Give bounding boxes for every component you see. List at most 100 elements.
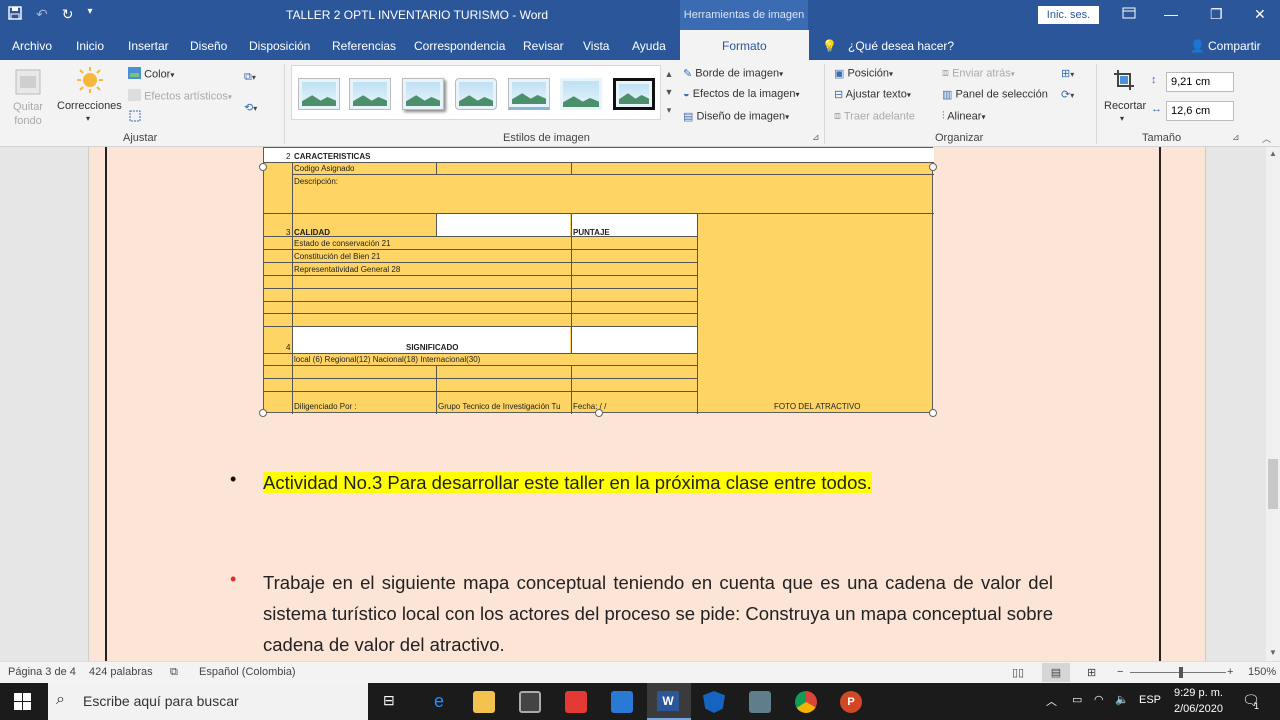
picture-effects-button[interactable]: ◒ Efectos de la imagen▾ xyxy=(683,88,799,100)
scroll-down-icon[interactable]: ▼ xyxy=(1269,648,1277,657)
tab-insertar[interactable]: Insertar xyxy=(128,39,169,53)
compress-pictures-icon[interactable]: ⧉▾ xyxy=(244,71,256,84)
corrections-button[interactable]: Correcciones xyxy=(57,100,122,112)
paragraph[interactable]: Trabaje en el siguiente mapa conceptual … xyxy=(263,567,1053,660)
resize-handle[interactable] xyxy=(929,409,937,417)
language-status[interactable]: Español (Colombia) xyxy=(199,666,296,678)
web-layout-icon[interactable]: ⊞ xyxy=(1087,666,1096,679)
style-thumb[interactable] xyxy=(349,78,391,110)
tab-formato[interactable]: Formato xyxy=(680,30,809,60)
word-taskbar-button[interactable]: W xyxy=(647,683,691,720)
paragraph[interactable]: Actividad No.3 Para desarrollar este tal… xyxy=(263,467,1053,498)
share-button[interactable]: Compartir xyxy=(1208,39,1261,53)
align-button[interactable]: ⫶ Alinear▾ xyxy=(942,110,985,123)
zoom-in-button[interactable]: + xyxy=(1227,666,1233,678)
edge-icon[interactable]: e xyxy=(428,691,450,713)
sign-in-button[interactable]: Inic. ses. xyxy=(1038,6,1099,24)
page-count[interactable]: Página 3 de 4 xyxy=(8,666,76,678)
clock-date[interactable]: 2/06/2020 xyxy=(1174,703,1223,715)
style-thumb[interactable] xyxy=(508,78,550,110)
scroll-up-icon[interactable]: ▲ xyxy=(1269,149,1277,158)
windows-start-icon[interactable] xyxy=(14,693,31,713)
transparency-icon[interactable] xyxy=(128,109,142,126)
tab-revisar[interactable]: Revisar xyxy=(523,39,564,53)
picture-border-button[interactable]: ✎ Borde de imagen▾ xyxy=(683,67,783,80)
tell-me-search[interactable]: ¿Qué desea hacer? xyxy=(848,39,954,53)
resize-handle[interactable] xyxy=(259,163,267,171)
style-thumb[interactable] xyxy=(402,78,444,110)
task-view-icon[interactable]: ⊟ xyxy=(383,692,395,709)
zoom-slider-track[interactable] xyxy=(1130,672,1226,673)
input-language[interactable]: ESP xyxy=(1139,694,1161,706)
minimize-button[interactable]: — xyxy=(1164,6,1178,22)
print-layout-icon[interactable]: ▤ xyxy=(1042,663,1070,682)
gift-app-icon[interactable] xyxy=(565,691,587,713)
chevron-down-icon[interactable]: ▼ xyxy=(661,83,677,101)
taskbar-search[interactable]: ⌕ Escribe aquí para buscar xyxy=(48,683,368,720)
bring-forward-button[interactable]: ⧈ Traer adelante xyxy=(834,110,915,123)
scroll-thumb[interactable] xyxy=(1268,459,1278,509)
color-button[interactable]: Color▾ xyxy=(128,67,174,82)
word-count[interactable]: 424 palabras xyxy=(89,666,153,678)
tab-diseno[interactable]: Diseño xyxy=(190,39,227,53)
file-explorer-icon[interactable] xyxy=(473,691,495,713)
picture-layout-button[interactable]: ▤ Diseño de imagen▾ xyxy=(683,110,789,123)
wifi-icon[interactable]: ◠ xyxy=(1094,693,1104,706)
mail-icon[interactable] xyxy=(611,691,633,713)
tab-referencias[interactable]: Referencias xyxy=(332,39,396,53)
proofing-icon[interactable]: ⧉ xyxy=(170,666,178,679)
resize-handle[interactable] xyxy=(929,163,937,171)
style-thumb[interactable] xyxy=(560,78,602,110)
tab-archivo[interactable]: Archivo xyxy=(12,39,52,53)
customize-qat-icon[interactable]: ▾ xyxy=(87,6,92,23)
ribbon-display-icon[interactable] xyxy=(1122,6,1136,22)
volume-icon[interactable]: 🔈 xyxy=(1115,693,1129,706)
rotate-icon[interactable]: ⟳▾ xyxy=(1061,88,1074,101)
chrome-icon[interactable] xyxy=(795,691,817,713)
tab-correspondencia[interactable]: Correspondencia xyxy=(414,39,505,53)
shield-icon[interactable] xyxy=(703,691,725,713)
media-app-icon[interactable] xyxy=(749,691,771,713)
style-thumb[interactable] xyxy=(613,78,655,110)
tab-disposicion[interactable]: Disposición xyxy=(249,39,310,53)
chevron-up-icon[interactable]: ▲ xyxy=(661,65,677,83)
redo-icon[interactable]: ↻ xyxy=(62,6,74,23)
close-button[interactable]: ✕ xyxy=(1254,6,1266,23)
gallery-scroll[interactable]: ▲ ▼ ▾ xyxy=(661,65,677,120)
collapse-ribbon-icon[interactable]: ︿ xyxy=(1262,132,1271,145)
restore-button[interactable]: ❐ xyxy=(1210,6,1223,23)
dialog-launcher-icon[interactable]: ⊿ xyxy=(812,132,820,143)
crop-button[interactable]: Recortar xyxy=(1104,100,1146,112)
clock-time[interactable]: 9:29 p. m. xyxy=(1174,687,1223,699)
tab-inicio[interactable]: Inicio xyxy=(76,39,104,53)
reset-picture-icon[interactable]: ⟲▾ xyxy=(244,101,257,114)
undo-icon[interactable]: ↶ xyxy=(36,6,48,23)
wrap-text-button[interactable]: ⊟ Ajustar texto▾ xyxy=(834,88,911,101)
tab-ayuda[interactable]: Ayuda xyxy=(632,39,666,53)
more-styles-icon[interactable]: ▾ xyxy=(661,101,677,119)
resize-handle[interactable] xyxy=(595,409,603,417)
selected-form-image[interactable]: 2 CARACTERISTICAS Codigo Asignado Descri… xyxy=(263,147,934,414)
height-input[interactable] xyxy=(1166,72,1234,92)
powerpoint-icon[interactable]: P xyxy=(840,691,862,713)
dialog-launcher-icon[interactable]: ⊿ xyxy=(1232,132,1240,143)
width-input[interactable] xyxy=(1166,101,1234,121)
artistic-effects-button[interactable]: Efectos artísticos▾ xyxy=(128,89,232,104)
vertical-scrollbar[interactable]: ▲ ▼ xyxy=(1266,147,1280,661)
zoom-slider-thumb[interactable] xyxy=(1179,667,1183,678)
network-icon[interactable]: ▭ xyxy=(1072,693,1082,706)
zoom-level[interactable]: 150% xyxy=(1248,666,1276,678)
store-icon[interactable] xyxy=(519,691,541,713)
send-backward-button[interactable]: ⧈ Enviar atrás▾ xyxy=(942,67,1015,80)
resize-handle[interactable] xyxy=(259,409,267,417)
selection-pane-button[interactable]: ▥ Panel de selección xyxy=(942,88,1048,101)
chevron-up-icon[interactable]: ︿ xyxy=(1046,693,1057,709)
position-button[interactable]: ▣ Posición▾ xyxy=(834,67,893,80)
style-thumb[interactable] xyxy=(455,78,497,110)
read-mode-icon[interactable]: ▯▯ xyxy=(1012,666,1024,679)
remove-background-button[interactable]: Quitar fondo xyxy=(11,100,45,128)
save-icon[interactable] xyxy=(8,6,22,23)
style-thumb[interactable] xyxy=(298,78,340,110)
tab-vista[interactable]: Vista xyxy=(583,39,609,53)
zoom-out-button[interactable]: − xyxy=(1117,666,1123,678)
